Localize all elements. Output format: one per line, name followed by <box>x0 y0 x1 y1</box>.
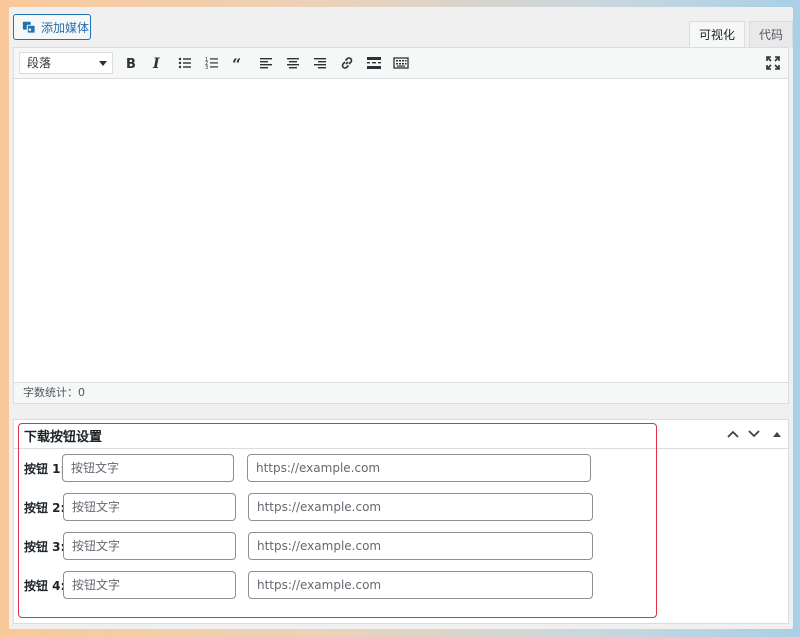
bullet-list-icon[interactable] <box>174 52 196 74</box>
media-icon <box>22 21 36 34</box>
link-icon[interactable] <box>336 52 358 74</box>
move-down-icon[interactable] <box>745 426 763 442</box>
content-editor: 段落 B I 123 “ 字数统计：0 <box>13 47 789 404</box>
format-select[interactable]: 段落 <box>19 52 113 74</box>
align-left-icon[interactable] <box>255 52 277 74</box>
button-row-label: 按钮 2: <box>24 500 66 515</box>
button-text-input[interactable] <box>63 571 236 599</box>
button-url-input[interactable] <box>248 493 593 521</box>
fullscreen-icon[interactable] <box>762 52 784 74</box>
editor-frame: 添加媒体 可视化 代码 段落 B I 123 “ 字数统计：0 下载按钮设置 按… <box>9 7 793 629</box>
button-text-input[interactable] <box>63 493 236 521</box>
svg-text:3: 3 <box>205 65 208 71</box>
tab-visual[interactable]: 可视化 <box>688 21 745 47</box>
blockquote-icon[interactable]: “ <box>228 52 250 74</box>
button-text-input[interactable] <box>62 454 234 482</box>
svg-text:“: “ <box>232 55 241 71</box>
add-media-button[interactable]: 添加媒体 <box>13 14 91 40</box>
button-url-input[interactable] <box>247 454 591 482</box>
content-editable-area[interactable] <box>14 79 788 383</box>
italic-icon[interactable]: I <box>146 52 168 74</box>
format-select-value: 段落 <box>27 56 52 70</box>
svg-text:B: B <box>126 57 136 71</box>
button-row-label: 按钮 4: <box>24 578 66 593</box>
svg-text:I: I <box>152 56 160 71</box>
metabox-header: 下载按钮设置 <box>14 420 788 449</box>
editor-tabs: 可视化 代码 <box>685 21 793 47</box>
tab-code[interactable]: 代码 <box>748 21 793 47</box>
button-row-label: 按钮 1: <box>24 461 66 476</box>
numbered-list-icon[interactable]: 123 <box>201 52 223 74</box>
read-more-icon[interactable] <box>363 52 385 74</box>
word-count-bar: 字数统计：0 <box>14 382 788 403</box>
editor-toolbar: 段落 B I 123 “ <box>14 48 788 79</box>
align-right-icon[interactable] <box>309 52 331 74</box>
button-row-label: 按钮 3: <box>24 539 66 554</box>
add-media-label: 添加媒体 <box>41 20 90 35</box>
move-up-icon[interactable] <box>724 426 742 442</box>
button-url-input[interactable] <box>248 532 593 560</box>
collapse-toggle-icon[interactable] <box>768 426 786 442</box>
button-url-input[interactable] <box>248 571 593 599</box>
bold-icon[interactable]: B <box>119 52 141 74</box>
toolbar-toggle-icon[interactable] <box>390 52 412 74</box>
download-buttons-metabox: 下载按钮设置 按钮 1: 按钮 2: 按钮 3: <box>13 419 789 624</box>
word-count: 字数统计：0 <box>23 386 85 399</box>
chevron-down-icon <box>99 61 107 66</box>
button-text-input[interactable] <box>63 532 236 560</box>
align-center-icon[interactable] <box>282 52 304 74</box>
metabox-title: 下载按钮设置 <box>24 430 103 445</box>
